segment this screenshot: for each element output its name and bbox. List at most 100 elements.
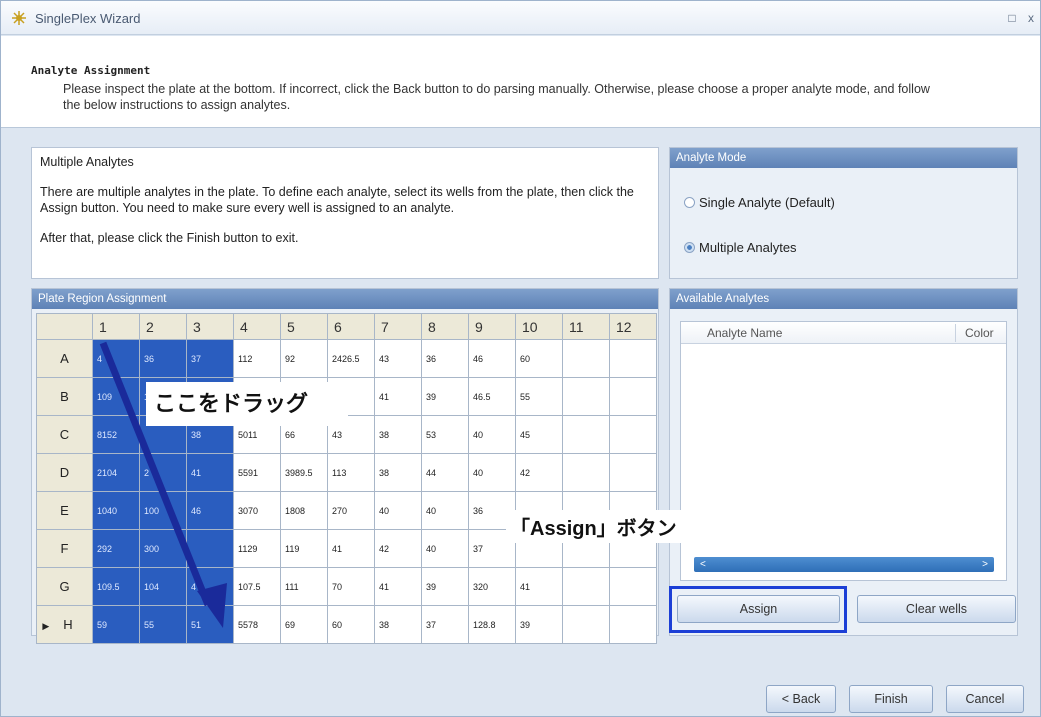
plate-column-header[interactable]: 9 bbox=[468, 313, 516, 340]
plate-well[interactable]: 55 bbox=[139, 605, 187, 644]
plate-well[interactable]: 70 bbox=[327, 567, 375, 606]
plate-grid[interactable]: 1 2 3 4 5 6 7 8 9 10 11 12 A 4 36 37 112 92 2426.5 43 36 46 6… bbox=[36, 313, 657, 644]
plate-well[interactable]: 42 bbox=[374, 529, 422, 568]
plate-well[interactable]: 100 bbox=[139, 491, 187, 530]
plate-well[interactable]: 3989.5 bbox=[280, 453, 328, 492]
plate-well[interactable]: 1129 bbox=[233, 529, 281, 568]
plate-well[interactable]: 4 bbox=[92, 339, 140, 378]
single-analyte-option[interactable]: Single Analyte (Default) bbox=[684, 195, 835, 210]
plate-well[interactable]: 36 bbox=[421, 339, 469, 378]
color-column[interactable]: Color bbox=[965, 326, 994, 340]
plate-well[interactable]: 292 bbox=[92, 529, 140, 568]
plate-well[interactable]: 111 bbox=[280, 567, 328, 606]
plate-well[interactable]: 107.5 bbox=[233, 567, 281, 606]
plate-well[interactable] bbox=[609, 415, 657, 454]
plate-column-header[interactable]: 10 bbox=[515, 313, 563, 340]
plate-well[interactable]: 39 bbox=[515, 605, 563, 644]
plate-column-header[interactable]: 8 bbox=[421, 313, 469, 340]
plate-well[interactable] bbox=[186, 529, 234, 568]
plate-well[interactable]: 39 bbox=[421, 377, 469, 416]
plate-well[interactable]: 46.5 bbox=[468, 377, 516, 416]
plate-column-header[interactable]: 11 bbox=[562, 313, 610, 340]
plate-well[interactable]: 41 bbox=[374, 567, 422, 606]
plate-row-header[interactable]: A bbox=[36, 339, 93, 378]
plate-well[interactable]: 104 bbox=[139, 567, 187, 606]
plate-column-header[interactable]: 7 bbox=[374, 313, 422, 340]
plate-well[interactable]: 60 bbox=[327, 605, 375, 644]
plate-well[interactable] bbox=[562, 453, 610, 492]
plate-column-header[interactable]: 5 bbox=[280, 313, 328, 340]
plate-well[interactable]: 320 bbox=[468, 567, 516, 606]
plate-well[interactable]: 37 bbox=[186, 339, 234, 378]
plate-column-header[interactable]: 2 bbox=[139, 313, 187, 340]
plate-well[interactable]: 44 bbox=[421, 453, 469, 492]
plate-row-header[interactable]: B bbox=[36, 377, 93, 416]
plate-well[interactable]: 5578 bbox=[233, 605, 281, 644]
plate-well[interactable]: 36 bbox=[139, 339, 187, 378]
plate-well[interactable]: 59 bbox=[92, 605, 140, 644]
plate-column-header[interactable]: 12 bbox=[609, 313, 657, 340]
plate-well[interactable]: 8152 bbox=[92, 415, 140, 454]
plate-column-header[interactable]: 4 bbox=[233, 313, 281, 340]
plate-row-header[interactable]: G bbox=[36, 567, 93, 606]
plate-well[interactable]: 42 bbox=[515, 453, 563, 492]
plate-well[interactable] bbox=[562, 377, 610, 416]
plate-well[interactable]: 5591 bbox=[233, 453, 281, 492]
plate-row-header[interactable]: C bbox=[36, 415, 93, 454]
plate-well[interactable] bbox=[609, 453, 657, 492]
plate-well[interactable]: 41 bbox=[515, 567, 563, 606]
multiple-analytes-radio[interactable] bbox=[684, 242, 695, 253]
single-analyte-radio[interactable] bbox=[684, 197, 695, 208]
plate-well[interactable] bbox=[562, 339, 610, 378]
plate-well[interactable]: 45 bbox=[515, 415, 563, 454]
plate-well[interactable]: 40 bbox=[374, 491, 422, 530]
plate-well[interactable] bbox=[609, 605, 657, 644]
plate-well[interactable]: 92 bbox=[280, 339, 328, 378]
plate-well[interactable]: 41 bbox=[186, 453, 234, 492]
plate-column-header[interactable]: 1 bbox=[92, 313, 140, 340]
close-button[interactable]: x bbox=[1023, 10, 1039, 26]
plate-well[interactable]: 51 bbox=[186, 605, 234, 644]
plate-well[interactable]: 4 bbox=[186, 567, 234, 606]
plate-well[interactable]: 41 bbox=[374, 377, 422, 416]
plate-well[interactable]: 109.5 bbox=[92, 567, 140, 606]
plate-well[interactable]: 40 bbox=[421, 491, 469, 530]
horizontal-scrollbar[interactable]: < > bbox=[694, 557, 994, 572]
plate-well[interactable]: 69 bbox=[280, 605, 328, 644]
plate-well[interactable]: 38 bbox=[374, 453, 422, 492]
plate-row-header[interactable]: ▶ H bbox=[36, 605, 93, 644]
plate-well[interactable]: 39 bbox=[421, 567, 469, 606]
plate-well[interactable] bbox=[609, 377, 657, 416]
plate-well[interactable]: 60 bbox=[515, 339, 563, 378]
plate-well[interactable]: 270 bbox=[327, 491, 375, 530]
plate-column-header[interactable]: 6 bbox=[327, 313, 375, 340]
plate-well[interactable]: 1040 bbox=[92, 491, 140, 530]
plate-column-header[interactable]: 3 bbox=[186, 313, 234, 340]
plate-well[interactable]: 300 bbox=[139, 529, 187, 568]
plate-well[interactable]: 112 bbox=[233, 339, 281, 378]
restore-button[interactable]: □ bbox=[1004, 10, 1020, 26]
plate-row-header[interactable]: F bbox=[36, 529, 93, 568]
plate-well[interactable]: 55 bbox=[515, 377, 563, 416]
plate-well[interactable]: 119 bbox=[280, 529, 328, 568]
plate-well[interactable]: 2104 bbox=[92, 453, 140, 492]
plate-well[interactable]: 2426.5 bbox=[327, 339, 375, 378]
plate-well[interactable] bbox=[562, 567, 610, 606]
plate-well[interactable]: 113 bbox=[327, 453, 375, 492]
plate-well[interactable]: 40 bbox=[421, 529, 469, 568]
plate-well[interactable] bbox=[562, 415, 610, 454]
multiple-analytes-option[interactable]: Multiple Analytes bbox=[684, 240, 797, 255]
clear-wells-button[interactable]: Clear wells bbox=[857, 595, 1016, 623]
analyte-name-column[interactable]: Analyte Name bbox=[707, 326, 782, 340]
scroll-right-icon[interactable]: > bbox=[982, 557, 988, 572]
plate-well[interactable]: 46 bbox=[468, 339, 516, 378]
plate-well[interactable]: 2 bbox=[139, 453, 187, 492]
plate-well[interactable]: 46 bbox=[186, 491, 234, 530]
plate-row-header[interactable]: D bbox=[36, 453, 93, 492]
cancel-button[interactable]: Cancel bbox=[946, 685, 1024, 713]
plate-well[interactable]: 43 bbox=[374, 339, 422, 378]
plate-well[interactable] bbox=[562, 605, 610, 644]
plate-well[interactable]: 53 bbox=[421, 415, 469, 454]
plate-row-header[interactable]: E bbox=[36, 491, 93, 530]
plate-well[interactable]: 38 bbox=[374, 415, 422, 454]
